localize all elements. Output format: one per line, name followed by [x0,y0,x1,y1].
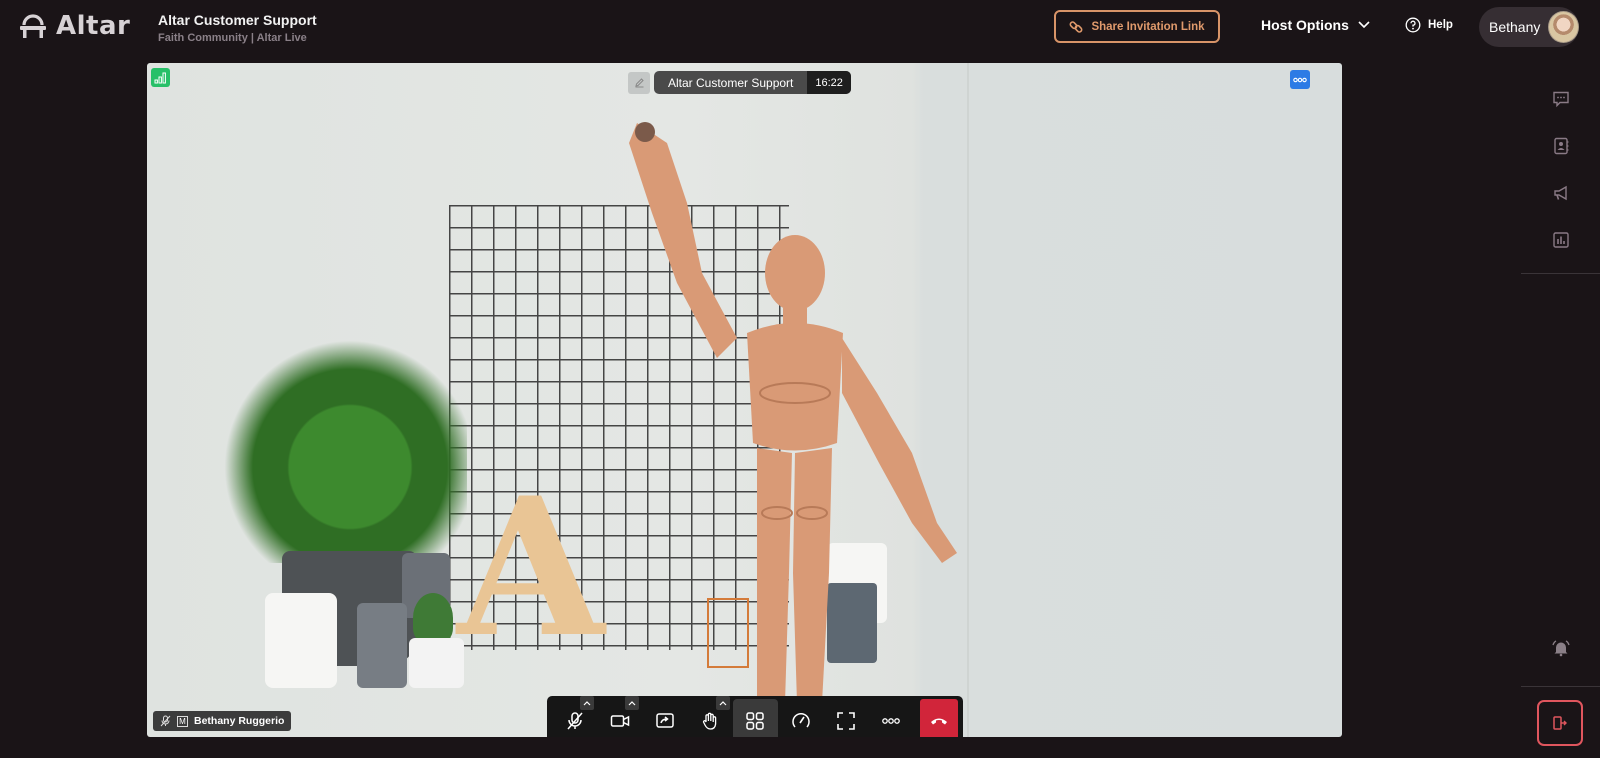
participant-name: Bethany Ruggerio [194,715,285,727]
letter-a-decor: A [457,456,605,679]
altar-logo[interactable]: Altar [18,11,130,41]
cactus-pot [409,638,464,688]
sidebar-divider [1521,686,1600,687]
host-options-label: Host Options [1261,17,1349,33]
meeting-timer: 16:22 [807,71,851,94]
user-menu[interactable]: Bethany [1479,7,1579,47]
speedometer-icon [791,712,810,728]
mic-off-icon [567,712,583,730]
sidebar-divider [1521,273,1600,274]
altar-logo-icon [20,14,46,38]
call-toolbar [547,696,963,737]
signal-bars-icon [154,72,166,83]
participants-button[interactable] [1549,134,1573,158]
leave-button[interactable] [1537,700,1583,746]
candle-gray [357,603,407,688]
more-options-button[interactable] [868,699,913,737]
chevron-up-icon [628,701,636,706]
mic-off-icon [160,715,171,727]
chevron-up-icon [583,701,591,706]
meeting-name: Altar Customer Support [668,75,794,90]
end-call-button[interactable] [919,699,958,737]
plant-leaves [207,323,467,563]
video-options-button[interactable] [1290,70,1310,89]
chevron-down-icon [1358,21,1370,29]
megaphone-icon [1554,185,1567,201]
camera-button[interactable] [597,696,642,737]
phone-hangup-icon [930,718,947,725]
bell-ringing-icon [1552,640,1570,657]
share-screen-button[interactable] [642,699,687,737]
chat-button[interactable] [1549,87,1573,111]
meeting-info-bar: Altar Customer Support 16:22 [628,71,851,94]
chevron-up-icon [719,701,727,706]
grid-icon [746,712,765,730]
fullscreen-button[interactable] [823,699,868,737]
share-invitation-link-button[interactable]: Share Invitation Link [1054,10,1220,43]
layout-button[interactable] [732,699,778,737]
hand-icon [703,712,717,730]
bar-chart-icon [1553,232,1569,248]
top-bar: Altar Altar Customer Support Faith Commu… [0,0,1600,56]
help-label: Help [1428,19,1453,31]
notifications-button[interactable] [1549,636,1573,660]
meeting-name-pill: Altar Customer Support 16:22 [654,71,851,94]
mute-button[interactable] [552,696,597,737]
performance-stats-button[interactable] [778,699,823,737]
edit-meeting-name-button[interactable] [628,71,650,94]
host-options-dropdown[interactable]: Host Options [1261,17,1371,33]
reactions-caret[interactable] [715,696,730,710]
raise-hand-button[interactable] [688,696,733,737]
video-feed[interactable]: A Altar Customer Support 16:22 M Bethany… [147,63,1342,737]
wooden-mannequin [629,122,957,703]
fullscreen-icon [836,712,855,730]
contact-book-icon [1554,137,1569,155]
help-button[interactable]: Help [1405,17,1453,33]
share-screen-icon [656,713,674,728]
meeting-titles: Altar Customer Support Faith Community |… [158,12,317,44]
mute-options-caret[interactable] [580,696,595,710]
more-horizontal-icon [882,718,900,724]
pencil-icon [634,78,644,88]
share-invitation-link-label: Share Invitation Link [1091,20,1205,33]
logo-text: Altar [56,11,131,41]
participant-name-tag: M Bethany Ruggerio [153,711,292,731]
question-circle-icon [1405,17,1421,33]
candle-white [265,593,337,688]
announcements-button[interactable] [1549,181,1573,205]
moderator-badge: M [177,715,188,727]
chat-icon [1553,91,1569,108]
video-camera-icon [610,715,630,727]
page-subtitle: Faith Community | Altar Live [158,32,307,44]
cactus [413,593,453,643]
connection-quality-button[interactable] [151,68,170,87]
camera-options-caret[interactable] [625,696,640,710]
user-name: Bethany [1489,19,1541,35]
more-horizontal-icon [1293,77,1307,82]
avatar [1548,11,1579,43]
exit-door-icon [1553,716,1567,730]
link-icon [1069,20,1083,33]
polls-button[interactable] [1549,228,1573,252]
page-title: Altar Customer Support [158,12,317,28]
